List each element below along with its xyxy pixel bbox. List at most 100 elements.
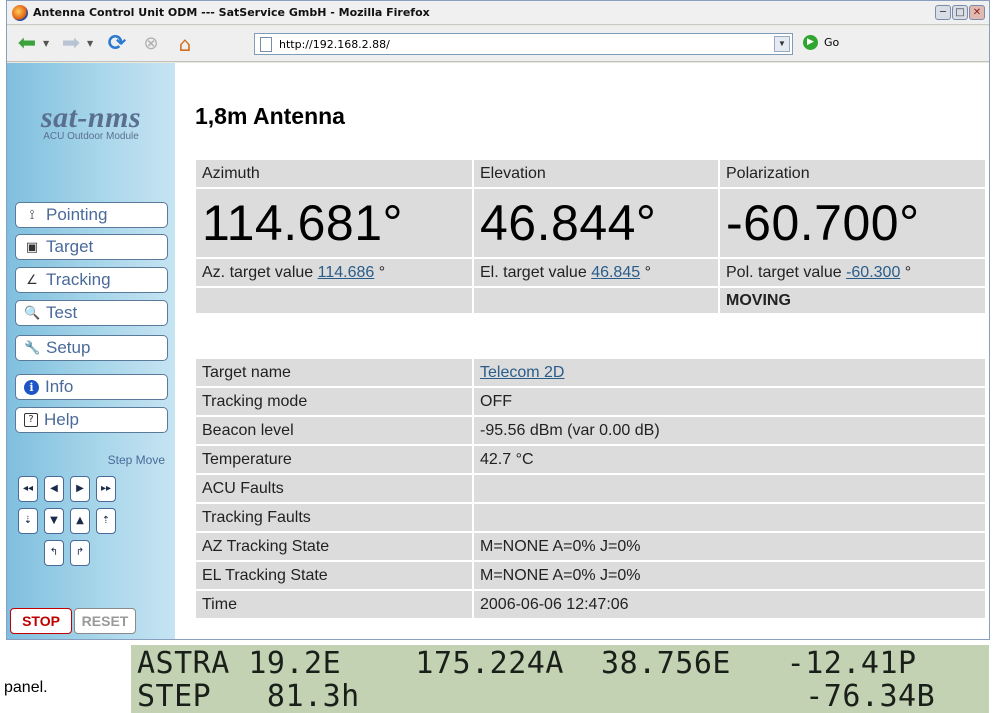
- polarization-target-link[interactable]: -60.300: [846, 264, 900, 281]
- go-label: Go: [824, 36, 840, 49]
- menu-target[interactable]: ▣ Target: [15, 234, 168, 260]
- elevation-down-button[interactable]: ▼: [44, 508, 64, 534]
- elevation-target-unit: °: [644, 263, 651, 281]
- beacon-level-label: Beacon level: [196, 417, 474, 446]
- target-name-label: Target name: [196, 359, 474, 388]
- menu-setup[interactable]: 🔧 Setup: [15, 335, 168, 361]
- menu-label: Tracking: [46, 270, 111, 289]
- table-row: Temperature 42.7 °C: [196, 446, 985, 475]
- lcd-line-1: ASTRA 19.2E 175.224A 38.756E -12.41P: [137, 646, 917, 681]
- target-value-row: Az. target value 114.686 ° El. target va…: [196, 259, 985, 288]
- tracking-faults-value: [474, 504, 985, 533]
- minimize-button[interactable]: ─: [935, 5, 951, 20]
- motion-status-row: MOVING: [196, 288, 985, 315]
- azimuth-target-unit: °: [378, 263, 386, 281]
- polarization-cw-button[interactable]: ↱: [70, 540, 90, 566]
- temperature-label: Temperature: [196, 446, 474, 475]
- elevation-up-button[interactable]: ▲: [70, 508, 90, 534]
- stop-load-icon[interactable]: ⊗: [139, 32, 163, 56]
- url-text[interactable]: http://192.168.2.88/: [279, 38, 390, 51]
- tracking-mode-label: Tracking mode: [196, 388, 474, 417]
- time-value: 2006-06-06 12:47:06: [474, 591, 985, 620]
- el-tracking-state-label: EL Tracking State: [196, 562, 474, 591]
- home-icon[interactable]: ⌂: [173, 32, 197, 56]
- lcd-line-2: STEP 81.3h -76.34B: [137, 679, 936, 713]
- elevation-fast-up-button[interactable]: ⇡: [96, 508, 116, 534]
- address-bar[interactable]: http://192.168.2.88/ ▼: [254, 33, 793, 55]
- sat-nms-logo: sat-nms: [40, 101, 142, 134]
- elevation-target-prefix: El. target value: [480, 263, 587, 281]
- time-label: Time: [196, 591, 474, 620]
- target-name-link[interactable]: Telecom 2D: [480, 364, 564, 381]
- stop-button[interactable]: STOP: [10, 608, 72, 634]
- menu-info[interactable]: i Info: [15, 374, 168, 400]
- navigation-toolbar: ⬅ ▼ ➡ ▼ ⟳ ⊗ ⌂ http://192.168.2.88/ ▼ ▶ G…: [7, 26, 989, 62]
- back-history-dropdown-icon[interactable]: ▼: [43, 39, 49, 48]
- elevation-header: Elevation: [474, 160, 720, 189]
- magnifier-icon: 🔍: [24, 305, 41, 321]
- elevation-target: El. target value 46.845 °: [474, 259, 720, 288]
- menu-label: Pointing: [46, 205, 108, 224]
- logo-subtitle: ACU Outdoor Module: [43, 131, 139, 142]
- table-row: Beacon level -95.56 dBm (var 0.00 dB): [196, 417, 985, 446]
- status-info-table: Target name Telecom 2D Tracking mode OFF…: [196, 359, 985, 620]
- info-icon: i: [24, 379, 39, 395]
- position-value-row: 114.681° 46.844° -60.700°: [196, 189, 985, 259]
- step-move-label: Step Move: [107, 453, 165, 467]
- polarization-ccw-button[interactable]: ↰: [44, 540, 64, 566]
- azimuth-header: Azimuth: [196, 160, 474, 189]
- title-bar: Antenna Control Unit ODM --- SatService …: [7, 1, 989, 25]
- target-name-value: Telecom 2D: [474, 359, 985, 388]
- elevation-target-link[interactable]: 46.845: [591, 264, 640, 281]
- menu-label: Target: [46, 237, 94, 256]
- go-button[interactable]: ▶ Go: [803, 35, 839, 50]
- azimuth-left-button[interactable]: ◀: [44, 476, 64, 502]
- azimuth-target-prefix: Az. target value: [202, 263, 314, 281]
- elevation-fast-down-button[interactable]: ⇣: [18, 508, 38, 534]
- azimuth-target-link[interactable]: 114.686: [318, 264, 375, 281]
- page-title: 1,8m Antenna: [195, 103, 345, 129]
- go-arrow-icon: ▶: [803, 35, 818, 50]
- maximize-button[interactable]: □: [952, 5, 968, 20]
- url-dropdown-button[interactable]: ▼: [774, 36, 790, 52]
- menu-help[interactable]: ? Help: [15, 407, 168, 433]
- az-tracking-state-value: M=NONE A=0% J=0%: [474, 533, 985, 562]
- close-button[interactable]: ✕: [969, 5, 985, 20]
- azimuth-target: Az. target value 114.686 °: [196, 259, 474, 288]
- sidebar: sat-nms ACU Outdoor Module ⟟ Pointing ▣ …: [7, 63, 175, 639]
- tracking-icon: ∠: [26, 272, 38, 288]
- temperature-value: 42.7 °C: [474, 446, 985, 475]
- wrench-icon: 🔧: [24, 340, 41, 356]
- firefox-icon: [12, 5, 28, 21]
- acu-faults-value: [474, 475, 985, 504]
- menu-tracking[interactable]: ∠ Tracking: [15, 267, 168, 293]
- azimuth-fast-left-button[interactable]: ◂◂: [18, 476, 38, 502]
- window-controls: ─ □ ✕: [935, 5, 985, 20]
- page-icon: [260, 37, 272, 52]
- menu-label: Setup: [46, 338, 91, 357]
- back-arrow-icon[interactable]: ⬅: [15, 32, 39, 56]
- menu-test[interactable]: 🔍 Test: [15, 300, 168, 326]
- help-icon: ?: [24, 413, 38, 427]
- polarization-status: MOVING: [720, 288, 985, 315]
- forward-arrow-icon[interactable]: ➡: [59, 32, 83, 56]
- lcd-panel-display: ASTRA 19.2E 175.224A 38.756E -12.41P STE…: [131, 645, 989, 713]
- browser-window: Antenna Control Unit ODM --- SatService …: [6, 0, 990, 640]
- acu-faults-label: ACU Faults: [196, 475, 474, 504]
- beacon-level-value: -95.56 dBm (var 0.00 dB): [474, 417, 985, 446]
- menu-label: Info: [45, 377, 74, 396]
- menu-pointing[interactable]: ⟟ Pointing: [15, 202, 168, 228]
- reload-icon[interactable]: ⟳: [105, 32, 129, 56]
- azimuth-right-button[interactable]: ▶: [70, 476, 90, 502]
- table-row: Time 2006-06-06 12:47:06: [196, 591, 985, 620]
- azimuth-fast-right-button[interactable]: ▸▸: [96, 476, 116, 502]
- forward-history-dropdown-icon[interactable]: ▼: [87, 39, 93, 48]
- panel-caption: panel.: [4, 679, 48, 696]
- polarization-target: Pol. target value -60.300 °: [720, 259, 985, 288]
- reset-button[interactable]: RESET: [74, 608, 136, 634]
- table-row: EL Tracking State M=NONE A=0% J=0%: [196, 562, 985, 591]
- az-tracking-state-label: AZ Tracking State: [196, 533, 474, 562]
- table-row: Target name Telecom 2D: [196, 359, 985, 388]
- azimuth-value: 114.681°: [196, 189, 474, 259]
- menu-label: Test: [46, 303, 78, 322]
